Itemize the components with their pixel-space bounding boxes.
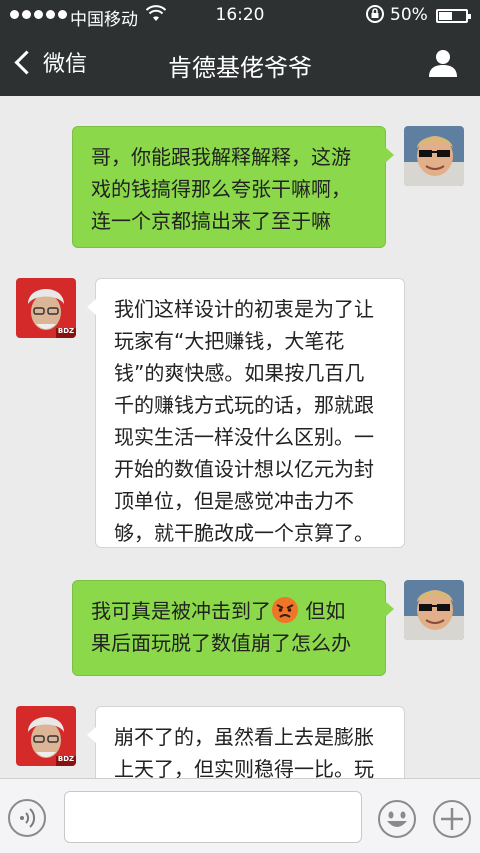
composer-bar bbox=[0, 778, 480, 853]
message-line: 我可真是被冲击到了 bbox=[91, 599, 271, 623]
chat-title: 肯德基佬爷爷 bbox=[168, 54, 312, 82]
message-bubble-2[interactable]: 我们这样设计的初衷是为了让 玩家有“大把赚钱，大笔花 钱”的爽快感。如果按几百几… bbox=[87, 278, 405, 548]
message-line: 够，就干脆改成一个京算了。 bbox=[114, 521, 374, 545]
rotation-lock-icon bbox=[366, 5, 384, 23]
avatar-kfc-grandpa[interactable]: BDZ bbox=[16, 278, 76, 338]
message-line: 钱”的爽快感。如果按几百几 bbox=[114, 361, 365, 385]
voice-icon bbox=[20, 808, 36, 828]
avatar-badge: BDZ bbox=[57, 755, 75, 763]
plus-button-icon[interactable] bbox=[432, 799, 472, 839]
profile-icon[interactable] bbox=[428, 48, 458, 78]
battery-percent: 50% bbox=[390, 5, 428, 25]
message-line: 我们这样设计的初衷是为了让 bbox=[114, 297, 374, 321]
message-line: 哥，你能跟我解释解释，这游 bbox=[91, 145, 351, 169]
emoji-button-icon[interactable] bbox=[377, 799, 417, 839]
nav-bar: 微信 肯德基佬爷爷 bbox=[0, 32, 480, 96]
battery-icon bbox=[436, 9, 471, 23]
message-line: 现实生活一样没什么区别。一 bbox=[114, 425, 374, 449]
message-line: 但如 bbox=[299, 599, 346, 623]
message-input[interactable] bbox=[64, 791, 362, 843]
message-line: 开始的数值设计想以亿元为封 bbox=[114, 457, 374, 481]
voice-input-button[interactable] bbox=[8, 799, 46, 837]
message-line: 玩家有“大把赚钱，大笔花 bbox=[114, 329, 345, 353]
message-line: 果后面玩脱了数值崩了怎么办 bbox=[91, 631, 351, 655]
message-line: 戏的钱搞得那么夸张干嘛啊， bbox=[91, 177, 351, 201]
avatar-self[interactable] bbox=[404, 580, 464, 640]
avatar-badge: BDZ bbox=[57, 327, 75, 335]
message-line: 崩不了的，虽然看上去是膨胀 bbox=[114, 725, 374, 749]
message-bubble-1[interactable]: 哥，你能跟我解释解释，这游 戏的钱搞得那么夸张干嘛啊， 连一个京都搞出来了至于嘛 bbox=[72, 126, 394, 248]
message-line: 顶单位，但是感觉冲击力不 bbox=[114, 489, 354, 513]
avatar-self[interactable] bbox=[404, 126, 464, 186]
message-line: 连一个京都搞出来了至于嘛 bbox=[91, 209, 331, 233]
message-bubble-3[interactable]: 我可真是被冲击到了 但如 果后面玩脱了数值崩了怎么办 bbox=[72, 580, 394, 676]
message-line: 千的赚钱方式玩的话，那就跟 bbox=[114, 393, 374, 417]
status-bar: 中国移动 16:20 50% bbox=[0, 0, 480, 32]
angry-face-emoji-icon bbox=[272, 597, 298, 623]
avatar-kfc-grandpa[interactable]: BDZ bbox=[16, 706, 76, 766]
message-line-with-emoji: 我可真是被冲击到了 但如 bbox=[91, 595, 367, 627]
